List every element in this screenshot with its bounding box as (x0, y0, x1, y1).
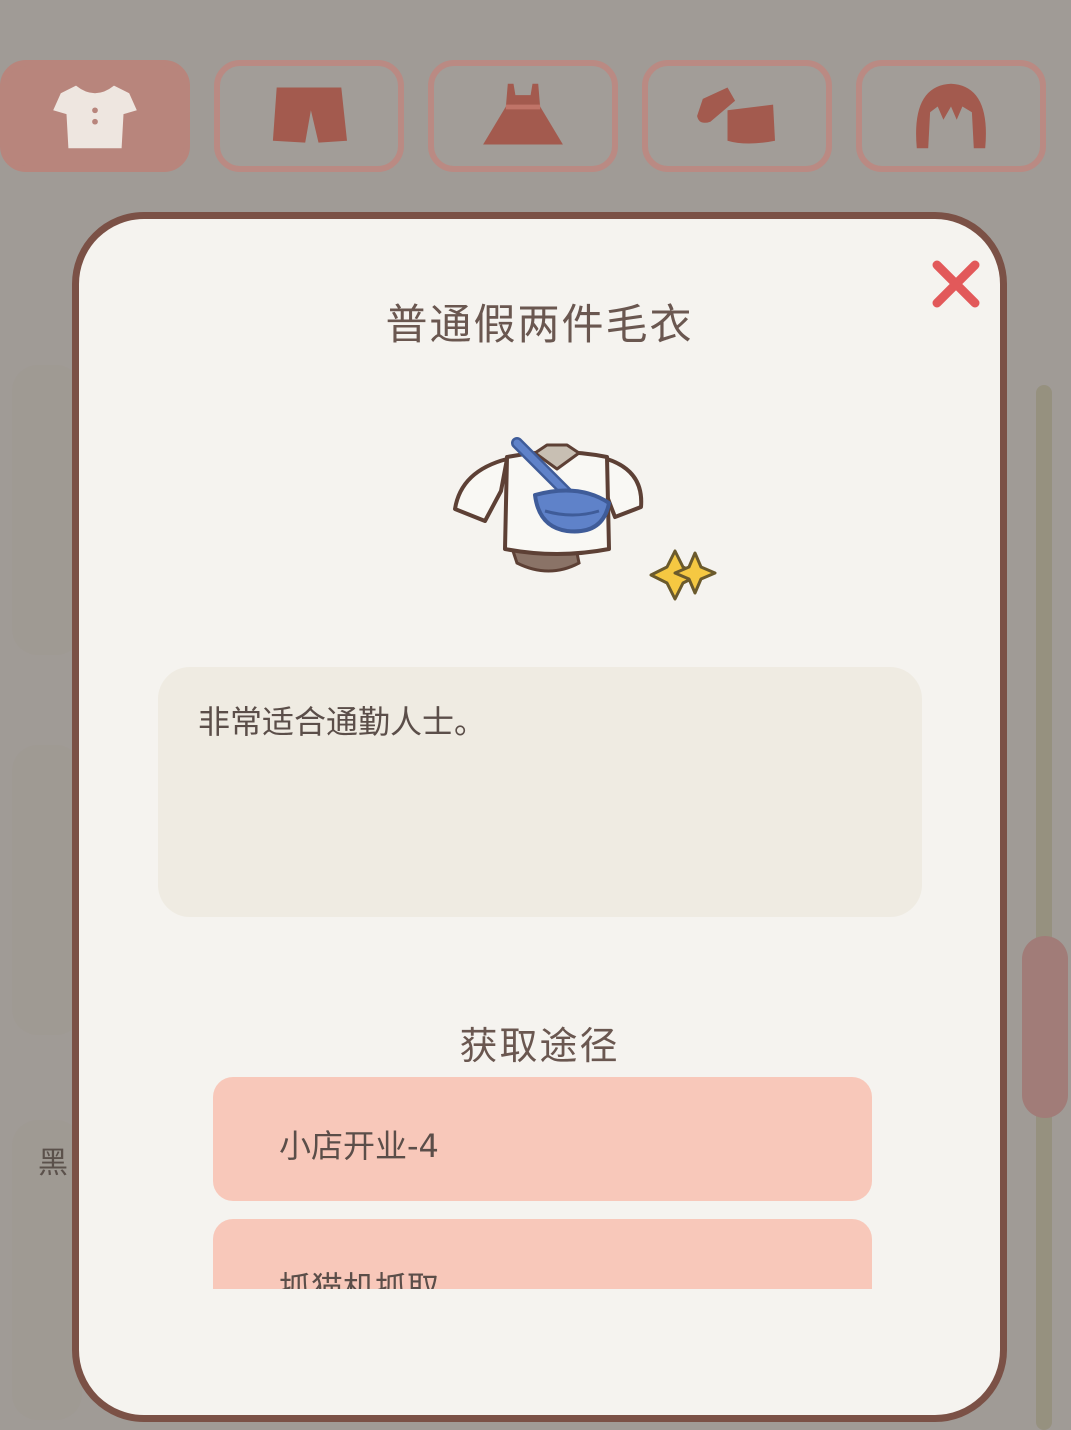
category-tabs (0, 60, 1071, 175)
dress-icon (483, 83, 563, 145)
source-item[interactable]: 小店开业-4 (213, 1077, 872, 1201)
tab-hair[interactable] (856, 60, 1046, 172)
hair-icon (916, 83, 986, 149)
background-item-label: 黑 (38, 1146, 68, 1181)
source-item[interactable]: 抓猫机抓取 (213, 1219, 872, 1289)
sources-title: 获取途径 (459, 1024, 620, 1068)
item-description: 非常适合通勤人士。 (198, 703, 487, 741)
scrollbar-thumb[interactable] (1022, 936, 1068, 1118)
tab-shoes[interactable] (642, 60, 832, 172)
shoes-icon (697, 87, 775, 144)
tab-dresses[interactable] (428, 60, 618, 172)
description-box: 非常适合通勤人士。 (158, 667, 922, 917)
tab-bottoms[interactable] (214, 60, 404, 172)
item-title: 普通假两件毛衣 (385, 300, 694, 349)
tab-tops[interactable] (0, 60, 190, 172)
shorts-icon (272, 87, 347, 143)
source-label: 抓猫机抓取 (279, 1269, 440, 1289)
item-detail-modal: 普通假两件毛衣 非常适合通勤人士。 获取途径 小店开业-4 抓猫机抓取 (72, 212, 1007, 1422)
sweater-with-crossbody-bag-icon (453, 437, 717, 601)
scrollbar-track[interactable] (1036, 385, 1052, 1430)
shirt-icon (53, 85, 137, 149)
source-list: 小店开业-4 抓猫机抓取 (213, 1077, 872, 1289)
source-label: 小店开业-4 (279, 1127, 439, 1165)
